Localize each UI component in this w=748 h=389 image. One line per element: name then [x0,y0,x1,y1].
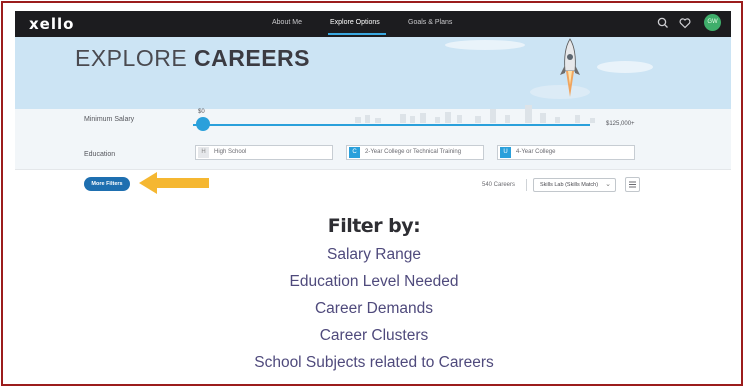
career-count: 540 Careers [482,182,516,188]
salary-slider-handle[interactable] [196,117,210,131]
filter-item-salary: Salary Range [327,246,421,263]
screenshot-frame: xello About Me Explore Options Goals & P… [1,1,743,386]
two-year-badge: C [349,147,360,158]
salary-histogram [355,105,595,123]
arrow-annotation [139,172,209,194]
salary-label: Minimum Salary [84,116,135,123]
avatar[interactable]: GW [704,14,721,31]
education-2-year-college[interactable]: C 2-Year College or Technical Training [346,145,484,160]
sort-selected-value: Skills Lab (Skills Match) [540,182,599,188]
top-nav: xello About Me Explore Options Goals & P… [15,11,731,37]
rocket-illustration [560,38,580,97]
four-year-badge: U [500,147,511,158]
divider [15,169,731,170]
high-school-label: High School [214,149,247,155]
filter-heading: Filter by: [327,215,421,237]
salary-min-value: $0 [198,109,205,115]
salary-max-value: $125,000+ [606,121,635,127]
divider-vertical [526,179,527,191]
search-icon[interactable] [656,16,670,35]
salary-slider-track[interactable] [193,124,590,126]
app-logo[interactable]: xello [29,15,74,33]
education-label: Education [84,151,116,158]
four-year-label: 4-Year College [516,149,556,155]
sort-select[interactable]: Skills Lab (Skills Match) ⌄ [533,178,616,192]
filter-item-education: Education Level Needed [289,273,459,290]
filter-item-demands: Career Demands [314,300,434,317]
education-high-school[interactable]: H High School [195,145,333,160]
education-4-year-college[interactable]: U 4-Year College [497,145,635,160]
two-year-label: 2-Year College or Technical Training [365,149,462,155]
nav-goals-plans[interactable]: Goals & Plans [408,19,452,26]
nav-explore-options[interactable]: Explore Options [330,19,380,26]
page-title: EXPLORE CAREERS [75,45,311,71]
heart-icon[interactable] [678,16,692,35]
nav-about-me[interactable]: About Me [272,19,302,26]
filter-annotation: Filter by: Salary Range Education Level … [3,215,741,376]
list-view-button[interactable] [625,177,640,192]
filter-item-subjects: School Subjects related to Careers [254,354,494,371]
more-filters-button[interactable]: More Filters [84,177,130,191]
high-school-badge: H [198,147,209,158]
list-view-icon [629,181,636,188]
chevron-down-icon: ⌄ [605,181,611,188]
filter-item-clusters: Career Clusters [319,327,429,344]
active-tab-indicator [328,33,386,35]
